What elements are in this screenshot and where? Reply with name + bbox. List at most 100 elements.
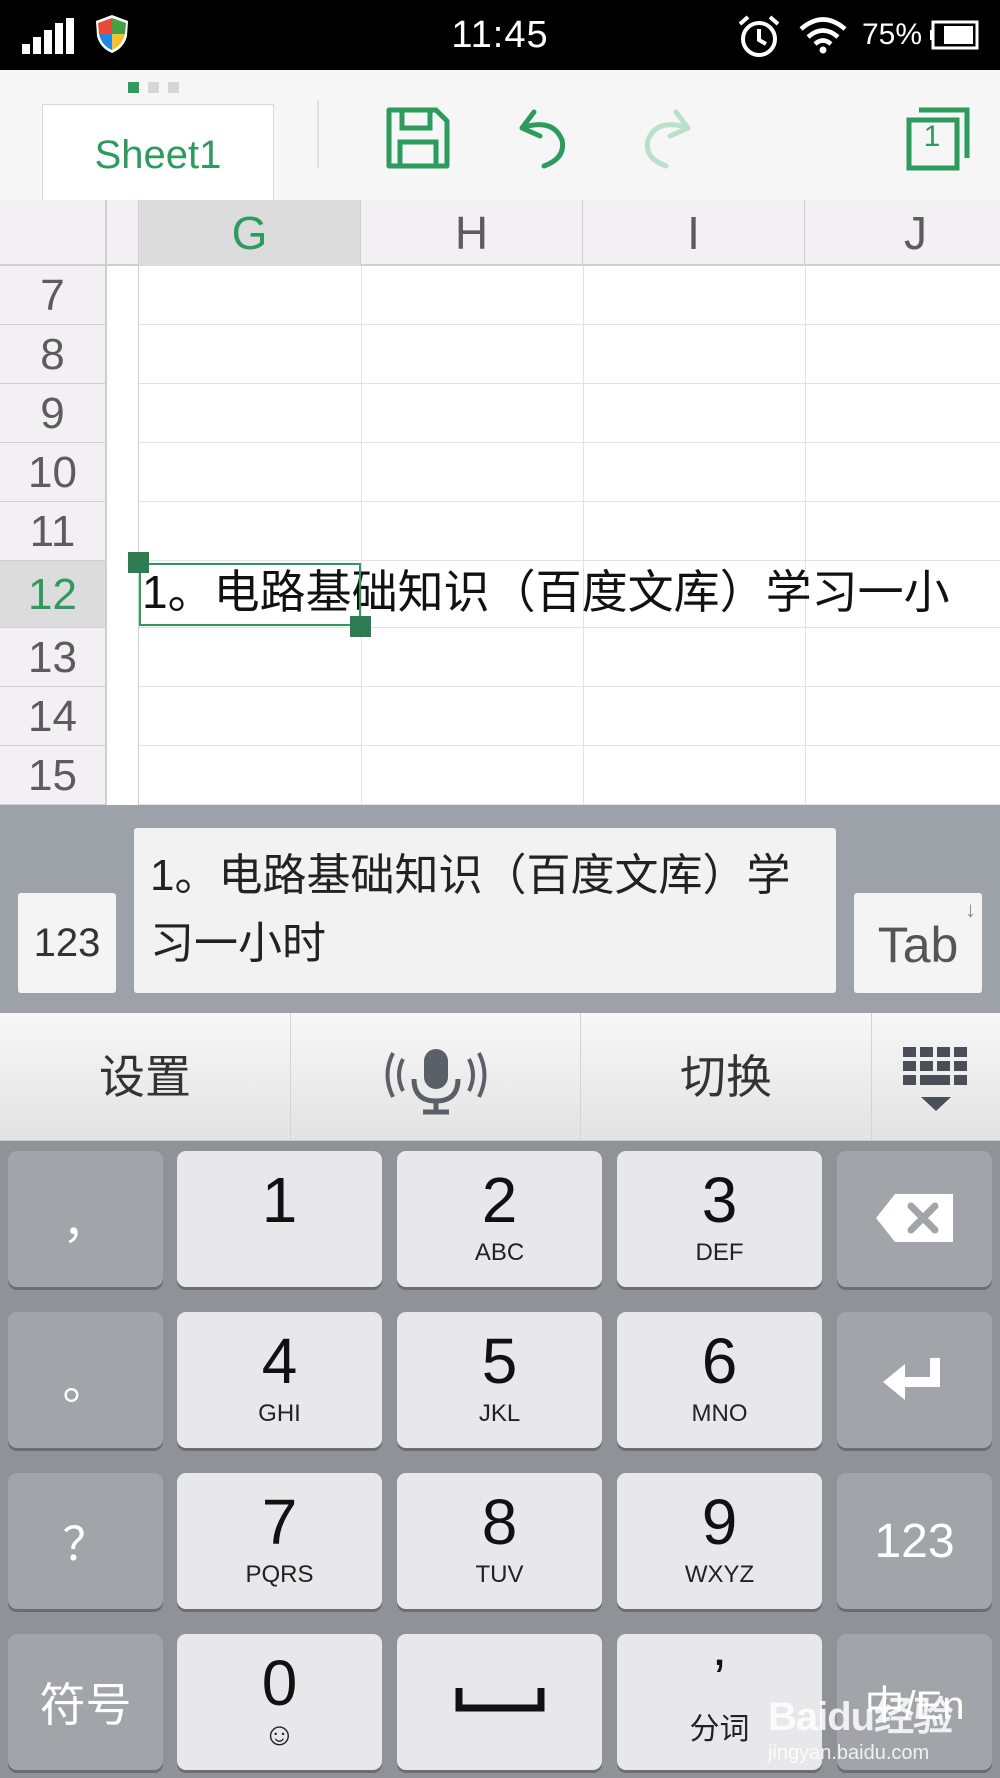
column-header-h[interactable]: H [361, 200, 583, 266]
row-header-7[interactable]: 7 [0, 266, 107, 325]
key-digit: 6 [701, 1325, 738, 1397]
key-letters: PQRS [245, 1561, 314, 1588]
table-row[interactable] [139, 325, 1000, 384]
key-4[interactable]: 4 GHI [177, 1312, 382, 1448]
switch-keyboard-button[interactable]: 切换 [581, 1013, 872, 1141]
wifi-icon [799, 17, 847, 54]
key-1[interactable]: 1 [177, 1151, 382, 1287]
microphone-icon [385, 1048, 486, 1115]
key-0[interactable]: 0 ☺ [177, 1634, 382, 1770]
column-header-row: G H I J [0, 200, 1000, 266]
key-delete[interactable] [837, 1151, 992, 1287]
row-header-15[interactable]: 15 [0, 746, 107, 805]
status-bar: 11:45 75% [0, 0, 1000, 70]
key-5[interactable]: 5 JKL [397, 1312, 602, 1448]
key-letters: TUV [475, 1561, 524, 1588]
numeric-mode-button[interactable]: 123 [18, 893, 116, 993]
voice-input-button[interactable] [291, 1013, 581, 1141]
table-row[interactable] [139, 443, 1000, 502]
key-digit: 3 [701, 1164, 738, 1236]
select-all-corner[interactable] [0, 200, 107, 266]
table-row[interactable] [139, 628, 1000, 687]
table-row[interactable] [139, 384, 1000, 443]
keyboard-toolbar: 设置 切换 [0, 1013, 1000, 1141]
key-7[interactable]: 7 PQRS [177, 1473, 382, 1609]
baidu-watermark: Baidu经验 jingyan.baidu.com [768, 1684, 968, 1765]
table-row[interactable] [139, 746, 1000, 805]
key-3[interactable]: 3 DEF [617, 1151, 822, 1287]
selection-handle-bottom-right[interactable] [350, 616, 371, 637]
row-header-10[interactable]: 10 [0, 443, 107, 502]
key-comma[interactable]: ， [8, 1151, 163, 1287]
column-header-j[interactable]: J [805, 200, 1000, 266]
hide-keyboard-icon [903, 1046, 967, 1111]
key-question-label: ？ [62, 1518, 109, 1570]
cell-edit-bar: 123 1。电路基础知识（百度文库）学习一小时 Tab ↓ [0, 805, 1000, 1013]
enter-icon [883, 1358, 940, 1400]
key-letters: MNO [691, 1400, 748, 1427]
page-dot-active [128, 82, 139, 93]
undo-icon[interactable] [514, 100, 574, 172]
key-letters: WXYZ [684, 1561, 755, 1588]
key-digit: 8 [481, 1486, 518, 1558]
page-count: 1 [923, 120, 941, 153]
table-row[interactable] [139, 502, 1000, 561]
table-row[interactable] [139, 266, 1000, 325]
key-letters: DEF [695, 1239, 744, 1266]
arrow-down-icon: ↓ [965, 897, 976, 922]
key-letters: JKL [478, 1400, 521, 1427]
save-icon[interactable] [384, 100, 452, 172]
key-digit: 2 [481, 1164, 518, 1236]
table-row[interactable] [139, 687, 1000, 746]
status-time: 11:45 [451, 14, 549, 56]
row-header-12[interactable]: 12 [0, 561, 107, 628]
key-symbols[interactable]: 符号 [8, 1634, 163, 1770]
row-header-14[interactable]: 14 [0, 687, 107, 746]
toolbar-divider [317, 100, 319, 168]
cell-input-field[interactable]: 1。电路基础知识（百度文库）学习一小时 [134, 828, 836, 993]
key-2[interactable]: 2 ABC [397, 1151, 602, 1287]
tab-button[interactable]: Tab ↓ [854, 893, 982, 993]
watermark-url: jingyan.baidu.com [768, 1742, 930, 1764]
row-header-8[interactable]: 8 [0, 325, 107, 384]
hide-keyboard-button[interactable] [872, 1013, 1000, 1141]
key-comma-label: ， [62, 1196, 109, 1248]
key-6[interactable]: 6 MNO [617, 1312, 822, 1448]
row-header-9[interactable]: 9 [0, 384, 107, 443]
frozen-column-gap [107, 200, 139, 805]
column-header-g[interactable]: G [139, 200, 361, 266]
key-question[interactable]: ？ [8, 1473, 163, 1609]
key-digit: 0 [261, 1647, 298, 1719]
page-indicator [128, 80, 188, 93]
key-space[interactable] [397, 1634, 602, 1770]
key-number-mode-label: 123 [874, 1514, 955, 1568]
row-header-13[interactable]: 13 [0, 628, 107, 687]
key-period[interactable]: 。 [8, 1312, 163, 1448]
key-digit: 4 [261, 1325, 298, 1397]
key-digit: 9 [701, 1486, 738, 1558]
key-8[interactable]: 8 TUV [397, 1473, 602, 1609]
selected-cell-g12[interactable] [139, 563, 361, 626]
keyboard-settings-button[interactable]: 设置 [0, 1013, 291, 1141]
key-letters: ABC [474, 1239, 525, 1266]
backspace-icon [876, 1194, 953, 1242]
key-number-mode[interactable]: 123 [837, 1473, 992, 1609]
key-digit: 5 [481, 1325, 518, 1397]
key-letters: GHI [258, 1400, 301, 1427]
key-9[interactable]: 9 WXYZ [617, 1473, 822, 1609]
smiley-icon: ☺ [263, 1716, 296, 1752]
selection-handle-top-left[interactable] [128, 552, 149, 573]
spreadsheet-grid[interactable]: G H I J 7 8 9 10 11 12 13 14 15 1。电路基础知识… [0, 200, 1000, 805]
battery-percent: 75% [862, 18, 923, 51]
battery-icon [930, 20, 979, 50]
space-icon [455, 1688, 545, 1712]
column-header-i[interactable]: I [583, 200, 805, 266]
sheet-tab[interactable]: Sheet1 [42, 104, 274, 202]
key-enter[interactable] [837, 1312, 992, 1448]
redo-icon[interactable] [636, 100, 696, 172]
page-dot [148, 82, 159, 93]
row-header-11[interactable]: 11 [0, 502, 107, 561]
key-digit: 1 [261, 1164, 298, 1236]
watermark-brand: Baidu经验 [768, 1695, 953, 1739]
page-dot [168, 82, 179, 93]
